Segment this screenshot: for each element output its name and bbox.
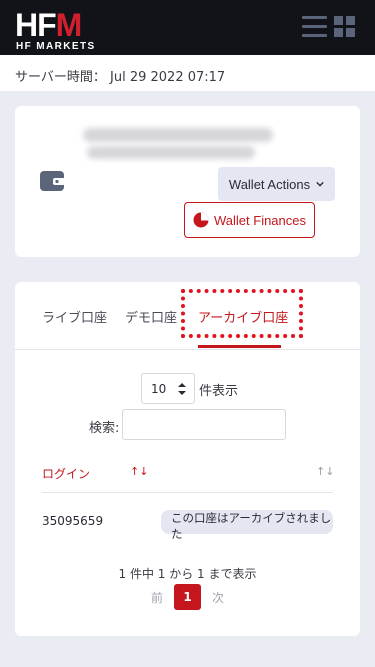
tab-archive-accounts[interactable]: アーカイブ口座 (198, 307, 288, 326)
sort-active-icon[interactable]: ↑↓ (130, 465, 148, 478)
pagination-next[interactable]: 次 (212, 589, 224, 606)
table-info: 1 件中 1 から 1 まで表示 (118, 567, 257, 581)
page-length-select[interactable]: 10 (141, 373, 195, 404)
column-header-login[interactable]: ログイン (42, 465, 90, 482)
page-length-label: 件表示 (199, 384, 239, 399)
tab-live-accounts[interactable]: ライブ口座 (42, 307, 107, 326)
hamburger-menu-icon[interactable] (302, 16, 327, 38)
grid-apps-icon[interactable] (334, 16, 355, 37)
tab-demo-accounts[interactable]: デモ口座 (125, 307, 177, 326)
logo-subtitle: HF MARKETS (16, 41, 96, 52)
search-input[interactable] (122, 409, 286, 440)
server-time-label: サーバー時間： (15, 70, 106, 85)
server-time-bar: サーバー時間： Jul 29 2022 07:17 (0, 55, 375, 91)
page-length-value: 10 (151, 382, 167, 396)
top-header: HFM HF MARKETS (0, 0, 375, 55)
accounts-card: ライブ口座 デモ口座 アーカイブ口座 10 件表示 検索: ログイン ↑↓ ↑↓… (15, 282, 360, 636)
archived-status-badge: この口座はアーカイブされました (161, 510, 333, 541)
active-tab-indicator (198, 345, 281, 348)
pagination-previous[interactable]: 前 (151, 589, 163, 606)
wallet-finances-button[interactable]: Wallet Finances (184, 202, 315, 238)
wallet-actions-label: Wallet Actions (228, 176, 311, 192)
redacted-wallet-info-2 (87, 146, 255, 159)
search-label: 検索: (89, 421, 120, 436)
chevron-down-icon (316, 181, 324, 187)
redacted-wallet-info (83, 128, 273, 142)
wallet-icon (40, 171, 65, 191)
account-tabs: ライブ口座 デモ口座 アーカイブ口座 (15, 282, 360, 350)
sort-icon[interactable]: ↑↓ (316, 465, 334, 478)
pie-chart-icon (193, 212, 209, 228)
table-header-divider (42, 492, 333, 493)
wallet-actions-button[interactable]: Wallet Actions (218, 167, 335, 201)
sort-select-icon (178, 383, 186, 395)
table-cell-login: 35095659 (42, 514, 104, 528)
wallet-card: Wallet Actions Wallet Finances (15, 106, 360, 257)
logo-wordmark: HFM (15, 7, 82, 43)
wallet-finances-label: Wallet Finances (214, 212, 306, 228)
server-time-value: Jul 29 2022 07:17 (110, 70, 226, 85)
hfm-logo[interactable]: HFM HF MARKETS (15, 7, 105, 52)
pagination-page-1[interactable]: 1 (174, 584, 201, 610)
